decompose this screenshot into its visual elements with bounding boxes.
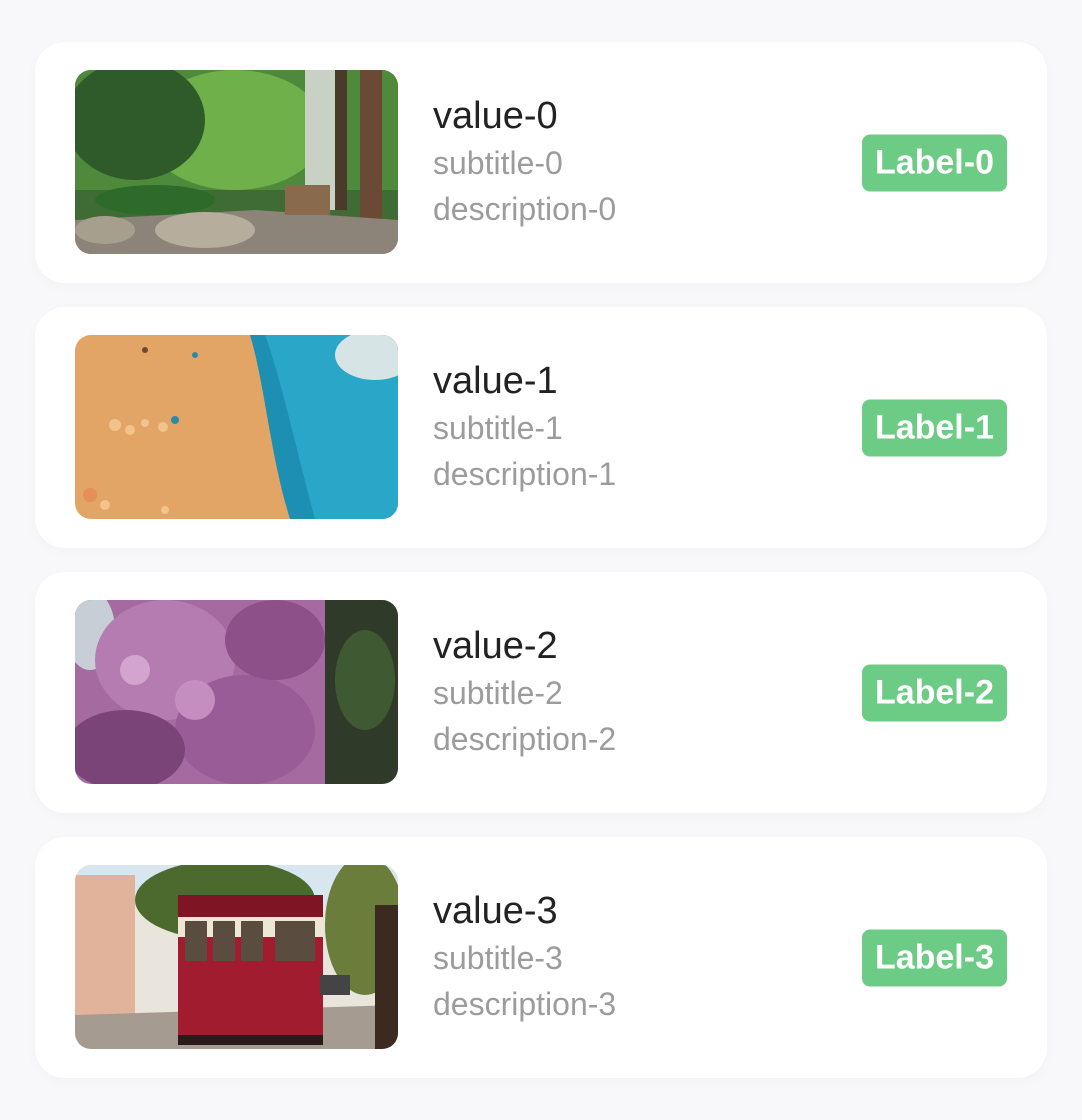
lilac-flowers-photo	[75, 600, 398, 784]
card-description: description-1	[433, 456, 617, 492]
card-text: value-0 subtitle-0 description-0	[433, 92, 616, 232]
card-subtitle: subtitle-2	[433, 675, 563, 711]
card-list: value-0 subtitle-0 description-0 Label-0	[35, 42, 1047, 1102]
card-title: value-3	[433, 890, 558, 932]
card-text: value-1 subtitle-1 description-1	[433, 357, 616, 497]
status-badge: Label-0	[861, 134, 1007, 191]
card-description: description-3	[433, 986, 617, 1022]
card-title: value-2	[433, 625, 558, 667]
card-description: description-0	[433, 191, 617, 227]
card-description: description-2	[433, 721, 617, 757]
garden-path-photo	[75, 70, 398, 254]
card-subtitle: subtitle-3	[433, 940, 563, 976]
list-card-1[interactable]: value-1 subtitle-1 description-1 Label-1	[35, 307, 1047, 548]
status-badge: Label-3	[861, 929, 1007, 986]
card-text: value-3 subtitle-3 description-3	[433, 887, 616, 1027]
card-title: value-1	[433, 360, 558, 402]
status-badge: Label-1	[861, 399, 1007, 456]
card-subtitle: subtitle-0	[433, 145, 563, 181]
status-badge: Label-2	[861, 664, 1007, 721]
list-card-3[interactable]: value-3 subtitle-3 description-3 Label-3	[35, 837, 1047, 1078]
list-card-2[interactable]: value-2 subtitle-2 description-2 Label-2	[35, 572, 1047, 813]
tram-street-photo	[75, 865, 398, 1049]
card-title: value-0	[433, 95, 558, 137]
list-card-0[interactable]: value-0 subtitle-0 description-0 Label-0	[35, 42, 1047, 283]
abstract-paint-photo	[75, 335, 398, 519]
card-subtitle: subtitle-1	[433, 410, 563, 446]
card-text: value-2 subtitle-2 description-2	[433, 622, 616, 762]
